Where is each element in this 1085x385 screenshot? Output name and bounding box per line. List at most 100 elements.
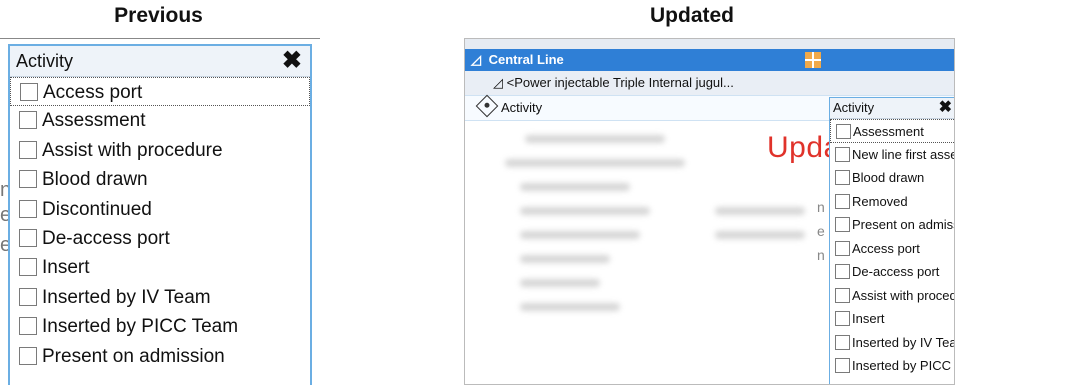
activity-option[interactable]: Assist with procedure — [830, 284, 954, 308]
activity-option[interactable]: Assessment — [10, 106, 310, 135]
previous-heading: Previous — [114, 4, 203, 27]
checkbox-icon[interactable] — [19, 317, 37, 336]
activity-option-label: De-access port — [42, 227, 170, 249]
blurred-row — [520, 255, 610, 263]
checkbox-icon[interactable] — [835, 287, 850, 303]
activity-popup: Activity ✖ Access port Assessment Assist w… — [8, 44, 312, 385]
activity-option-label: Inserted by IV Team — [852, 334, 954, 350]
checkbox-icon[interactable] — [836, 124, 851, 139]
activity-option[interactable]: Inserted by IV Team — [10, 283, 310, 312]
activity-row-label: Activity — [501, 100, 543, 115]
checkbox-icon[interactable] — [19, 346, 37, 365]
previous-screenshot: n e e Activity ✖ Access port Assessment As… — [0, 38, 320, 385]
blurred-row — [715, 231, 805, 239]
activity-option[interactable]: De-access port — [10, 224, 310, 253]
activity-option[interactable]: Insert — [10, 253, 310, 282]
background-text-fragment: n — [817, 247, 825, 263]
activity-option-label: New line first assessment — [852, 146, 954, 162]
checkbox-icon[interactable] — [19, 111, 37, 130]
activity-options-list: Access port Assessment Assist with procedu… — [10, 77, 310, 371]
checkbox-icon[interactable] — [19, 199, 37, 218]
activity-option[interactable]: Insert — [830, 307, 954, 331]
activity-option-label: Assist with procedure — [852, 287, 954, 303]
activity-option-label: Removed — [852, 193, 908, 209]
grid-settings-icon[interactable] — [805, 52, 821, 68]
checkbox-icon[interactable] — [19, 258, 37, 277]
activity-option-label: Insert — [852, 311, 885, 326]
checkbox-icon[interactable] — [835, 240, 850, 256]
activity-option-label: Inserted by IV Team — [42, 286, 211, 308]
checkbox-icon[interactable] — [835, 311, 850, 326]
activity-option[interactable]: Inserted by PICC Team — [10, 312, 310, 341]
checkbox-icon[interactable] — [835, 146, 850, 162]
popup-title: Activity — [833, 100, 875, 115]
checkbox-icon[interactable] — [19, 228, 37, 247]
checkbox-icon[interactable] — [20, 83, 38, 101]
blurred-row — [520, 207, 650, 215]
activity-option[interactable]: New line first assessment — [830, 143, 954, 167]
activity-option[interactable]: Blood drawn — [10, 165, 310, 194]
checkbox-icon[interactable] — [835, 193, 850, 209]
activity-option[interactable]: Blood drawn — [830, 166, 954, 190]
activity-option[interactable]: Present on admission — [10, 342, 310, 371]
activity-option-label: Present on admission — [852, 217, 954, 232]
updated-screenshot: ◿ Central Line ◿ <Power injectable Tripl… — [464, 38, 955, 385]
device-label: ◿ <Power injectable Triple Internal jugu… — [493, 75, 734, 90]
activity-option[interactable]: Removed — [830, 190, 954, 214]
checkbox-icon[interactable] — [835, 358, 850, 373]
background-text-fragment: n — [817, 199, 825, 215]
activity-option-label: Assessment — [853, 124, 924, 139]
tree-row-central-line[interactable]: ◿ Central Line — [465, 49, 954, 71]
activity-popup: Activity ✖ Assessment New line first asse… — [829, 97, 954, 384]
checkbox-icon[interactable] — [835, 170, 850, 185]
activity-option[interactable]: Inserted by PICC Team — [830, 354, 954, 378]
blurred-row — [520, 303, 620, 311]
activity-option[interactable]: Discontinued — [10, 195, 310, 224]
activity-option-label: Assessment — [42, 110, 146, 132]
activity-option[interactable]: Access port — [830, 237, 954, 261]
tree-row-partial — [465, 39, 954, 49]
activity-option-label: Discontinued — [42, 198, 152, 220]
device-label-text: <Power injectable Triple Internal jugul.… — [506, 75, 734, 90]
activity-option[interactable]: Access port — [10, 77, 310, 107]
activity-option[interactable]: Present on admission — [830, 213, 954, 237]
activity-option-label: Inserted by PICC Team — [852, 358, 954, 373]
popup-title: Activity — [16, 51, 74, 71]
blurred-row — [520, 279, 600, 287]
background-text-fragment: e — [817, 223, 825, 239]
activity-option-label: Present on admission — [42, 345, 225, 367]
checkbox-icon[interactable] — [19, 287, 37, 306]
activity-option[interactable]: Inserted by IV Team — [830, 331, 954, 355]
checkbox-icon[interactable] — [835, 217, 850, 232]
activity-options-list: Assessment New line first assessment Blood… — [830, 119, 954, 378]
blurred-row — [520, 183, 630, 191]
popup-title-bar: Activity ✖ — [10, 46, 310, 77]
blurred-row — [505, 159, 685, 167]
tree-collapse-triangle-icon[interactable]: ◿ — [471, 52, 481, 67]
activity-option-label: Access port — [852, 240, 920, 256]
activity-option-label: Blood drawn — [852, 170, 925, 185]
activity-option-label: De-access port — [852, 264, 940, 279]
activity-option-label: Access port — [43, 82, 143, 103]
checkbox-icon[interactable] — [19, 170, 37, 189]
activity-diamond-icon — [475, 94, 499, 118]
popup-title-bar: Activity ✖ — [830, 98, 954, 119]
activity-option[interactable]: De-access port — [830, 260, 954, 284]
activity-option-label: Blood drawn — [42, 169, 148, 191]
divider — [0, 38, 320, 39]
close-icon[interactable]: ✖ — [939, 98, 952, 118]
blurred-row — [525, 135, 665, 143]
checkbox-icon[interactable] — [835, 264, 850, 279]
updated-heading: Updated — [650, 4, 734, 27]
close-icon[interactable]: ✖ — [282, 46, 302, 76]
activity-option-label: Assist with procedure — [42, 139, 223, 161]
tree-row-device[interactable]: ◿ <Power injectable Triple Internal jugu… — [465, 71, 954, 95]
activity-option-label: Insert — [42, 257, 90, 279]
checkbox-icon[interactable] — [19, 140, 37, 159]
blurred-row — [520, 231, 640, 239]
activity-option-label: Inserted by PICC Team — [42, 316, 239, 338]
checkbox-icon[interactable] — [835, 334, 850, 350]
central-line-label: Central Line — [488, 52, 564, 67]
activity-option[interactable]: Assessment — [830, 119, 954, 143]
activity-option[interactable]: Assist with procedure — [10, 136, 310, 165]
